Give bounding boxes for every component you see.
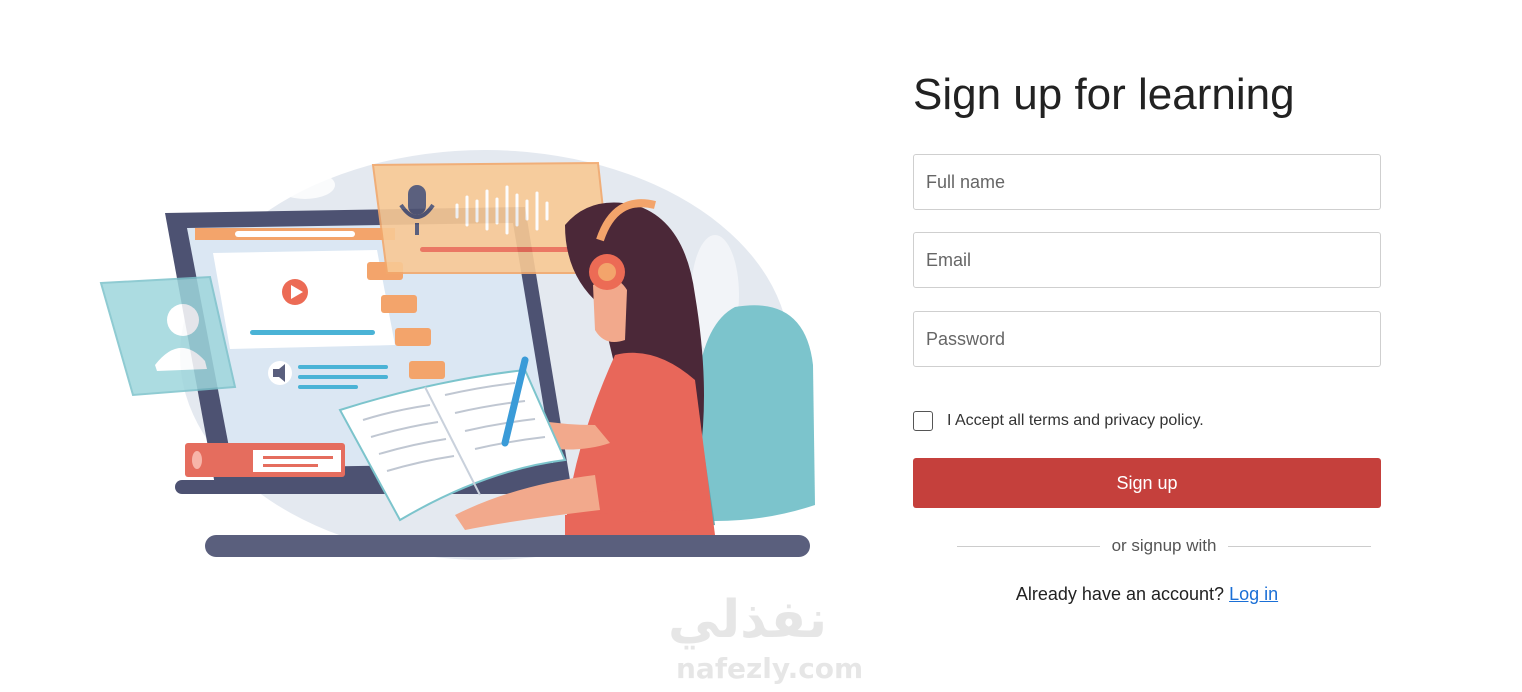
speaker-icon (268, 361, 292, 385)
terms-label: I Accept all terms and privacy policy. (947, 412, 1204, 429)
watermark-latin: nafezly.com (676, 652, 864, 685)
terms-row: I Accept all terms and privacy policy. (913, 411, 1204, 431)
social-divider: or signup with (957, 535, 1372, 557)
page-title: Sign up for learning (913, 70, 1295, 119)
divider-text: or signup with (1111, 536, 1217, 555)
user-avatar-icon (99, 275, 237, 397)
play-icon (282, 279, 308, 305)
divider-line-left (957, 545, 1100, 547)
login-prompt: Already have an account? (1015, 584, 1225, 604)
watermark: نفذلي nafezly.com (660, 590, 864, 690)
login-link[interactable]: Log in (1229, 584, 1278, 604)
terms-checkbox[interactable] (913, 411, 933, 431)
login-prompt-row: Already have an account? Log in (913, 584, 1381, 605)
email-input[interactable] (913, 232, 1381, 288)
desk (205, 535, 810, 557)
full-name-input[interactable] (913, 154, 1381, 210)
watermark-arabic: نفذلي (668, 590, 828, 650)
password-input[interactable] (913, 311, 1381, 367)
signup-button[interactable]: Sign up (913, 458, 1381, 508)
divider-line-right (1228, 545, 1372, 547)
signup-form: Sign up for learning I Accept all terms … (913, 0, 1381, 692)
online-learning-illustration (95, 125, 835, 565)
